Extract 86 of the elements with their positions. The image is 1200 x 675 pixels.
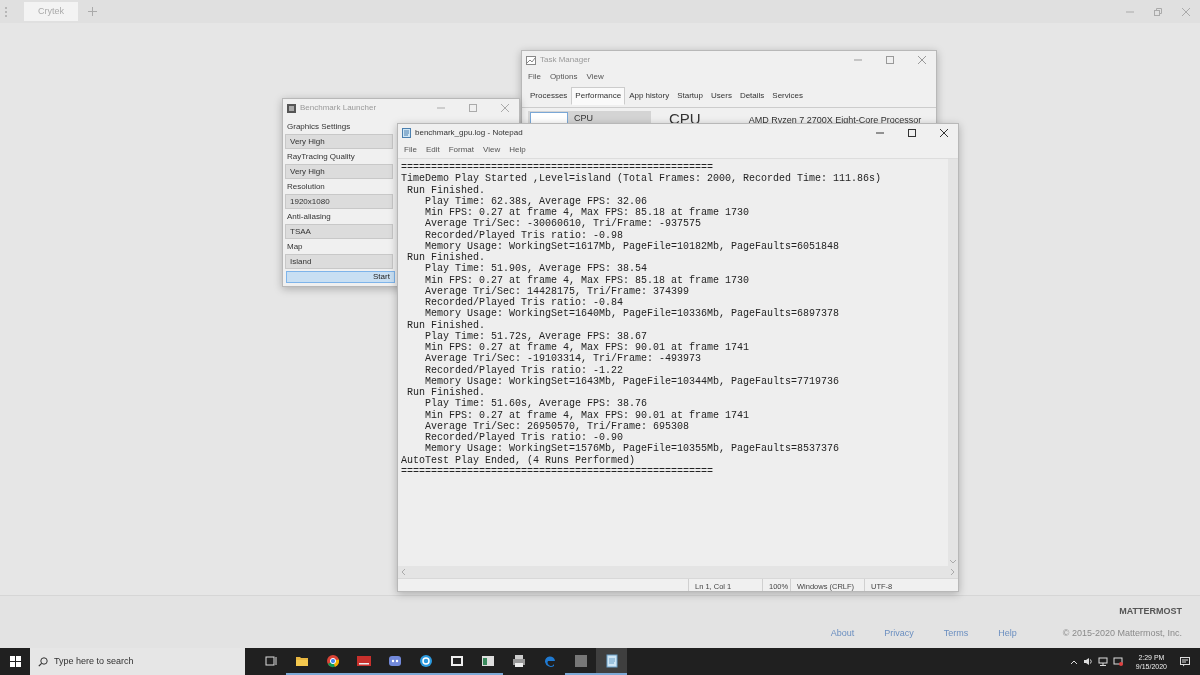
log-line: Memory Usage: WorkingSet=1617Mb, PageFile=10182Mb, PageFaults=6051848	[424, 240, 840, 252]
log-line: Recorded/Played Tris ratio: -0.84	[424, 297, 624, 308]
dropdown[interactable]: Very High	[285, 134, 393, 149]
log-line: Min FPS: 0.27 at frame 4, Max FPS: 90.01 at frame 1741	[424, 342, 750, 353]
window-title: Task Manager	[540, 54, 591, 66]
speaker-icon[interactable]	[1082, 657, 1093, 666]
log-line: Average Tri/Sec: 14428175, Tri/Frame: 374399	[424, 285, 690, 297]
log-line: Run Finished.	[406, 319, 485, 331]
tab[interactable]: Startup	[673, 87, 707, 105]
menu-item[interactable]: View	[586, 71, 604, 83]
app-icon	[287, 103, 296, 113]
ring-icon	[418, 653, 433, 668]
window-icon	[480, 653, 495, 668]
field-label: RayTracing Quality	[286, 150, 355, 163]
log-line: Run Finished.	[406, 387, 485, 398]
tab[interactable]: Services	[768, 87, 807, 105]
printer-icon	[511, 653, 526, 668]
log-line: TimeDemo Play Started ,Level=island (Total Frames: 2000, Recorded Time: 111.86s)	[401, 173, 882, 185]
log-line: Min FPS: 0.27 at frame 4, Max FPS: 90.01 at frame 1741	[424, 409, 750, 421]
archive-icon	[449, 653, 464, 668]
tab[interactable]: Users	[707, 87, 736, 105]
field-label: Graphics Settings	[286, 120, 351, 133]
app-icon	[356, 653, 371, 668]
menu-item[interactable]: Help	[509, 144, 526, 156]
log-line: Memory Usage: WorkingSet=1643Mb, PageFile=10344Mb, PageFaults=7719736	[424, 375, 840, 387]
log-line: Memory Usage: WorkingSet=1640Mb, PageFile=10336Mb, PageFaults=6897378	[424, 308, 840, 320]
windows-logo-icon[interactable]	[9, 656, 21, 667]
dropdown[interactable]: Very High	[285, 164, 393, 179]
notification-icon[interactable]	[1180, 656, 1190, 667]
log-line: Play Time: 62.38s, Average FPS: 32.06	[424, 195, 648, 207]
network-icon[interactable]	[1097, 657, 1108, 666]
tab[interactable]: Details	[735, 87, 769, 105]
dropdown[interactable]: 1920x1080	[285, 194, 393, 209]
tab[interactable]: Performance	[571, 87, 626, 105]
copyright-text: © 2015-2020 Mattermost, Inc.	[1062, 626, 1182, 640]
log-line: Play Time: 51.90s, Average FPS: 38.54	[424, 263, 648, 275]
log-line: Run Finished.	[406, 184, 485, 196]
maximize-icon[interactable]	[908, 129, 916, 137]
log-line: Average Tri/Sec: -19103314, Tri/Frame: -493973	[424, 353, 702, 365]
circle-logo-icon	[325, 653, 340, 668]
menu-item[interactable]: File	[404, 144, 417, 156]
search-icon	[38, 656, 48, 667]
task-view-icon	[263, 653, 278, 668]
log-line: Min FPS: 0.27 at frame 4, Max FPS: 85.18 at frame 1730	[424, 274, 750, 286]
log-line: Memory Usage: WorkingSet=1576Mb, PageFile=10355Mb, PageFaults=8537376	[424, 443, 840, 455]
notepad-icon	[604, 653, 619, 668]
window-title: benchmark_gpu.log - Notepad	[415, 127, 523, 139]
menu-item[interactable]: File	[528, 71, 541, 83]
notepad-icon	[402, 128, 411, 138]
log-line: AutoTest Play Ended, (4 Runs Performed)	[401, 454, 636, 466]
field-label: Anti-aliasing	[286, 210, 331, 223]
log-line: Average Tri/Sec: -30060610, Tri/Frame: -937575	[424, 218, 702, 230]
field-label: Map	[286, 240, 303, 253]
log-line: Average Tri/Sec: 26950570, Tri/Frame: 695308	[424, 420, 690, 432]
search-field[interactable]: Type here to search	[30, 648, 245, 675]
chat-bubble-icon	[387, 653, 402, 668]
log-line: Play Time: 51.60s, Average FPS: 38.76	[424, 398, 648, 410]
log-line: Recorded/Played Tris ratio: -0.90	[424, 432, 624, 443]
log-line: ====================================================	[401, 465, 714, 477]
tab[interactable]: Processes	[526, 87, 572, 105]
taskbar-button[interactable]	[596, 648, 627, 675]
chart-window-icon	[526, 55, 536, 65]
minimize-icon[interactable]	[876, 129, 884, 137]
tab[interactable]: App history	[625, 87, 674, 105]
log-line: Play Time: 51.72s, Average FPS: 38.67	[424, 330, 648, 342]
photo-placeholder	[573, 653, 588, 668]
log-line: Run Finished.	[406, 252, 485, 263]
log-line: Recorded/Played Tris ratio: -1.22	[424, 364, 624, 376]
log-line: ====================================================	[401, 162, 714, 173]
brand-name: MATTERMOST	[1119, 605, 1182, 618]
menu-item[interactable]: Format	[448, 144, 475, 156]
alert-icon[interactable]	[1112, 657, 1123, 666]
log-line: Recorded/Played Tris ratio: -0.98	[424, 229, 624, 241]
scrollbar[interactable]	[948, 159, 958, 566]
window-title: Benchmark Launcher	[300, 102, 377, 114]
close-icon[interactable]	[940, 129, 948, 137]
start-button[interactable]: Start	[286, 271, 395, 283]
dropdown[interactable]: TSAA	[285, 224, 393, 239]
menu-item[interactable]: View	[483, 144, 501, 156]
log-line: Min FPS: 0.27 at frame 4, Max FPS: 85.18 at frame 1730	[424, 207, 750, 218]
chevron-up-icon[interactable]	[1069, 658, 1078, 665]
menu-item[interactable]: Options	[549, 71, 578, 83]
dropdown[interactable]: Island	[285, 254, 393, 269]
menu-item[interactable]: Edit	[425, 144, 440, 156]
graph-thumbnail-icon	[530, 112, 568, 124]
field-label: Resolution	[286, 180, 325, 193]
